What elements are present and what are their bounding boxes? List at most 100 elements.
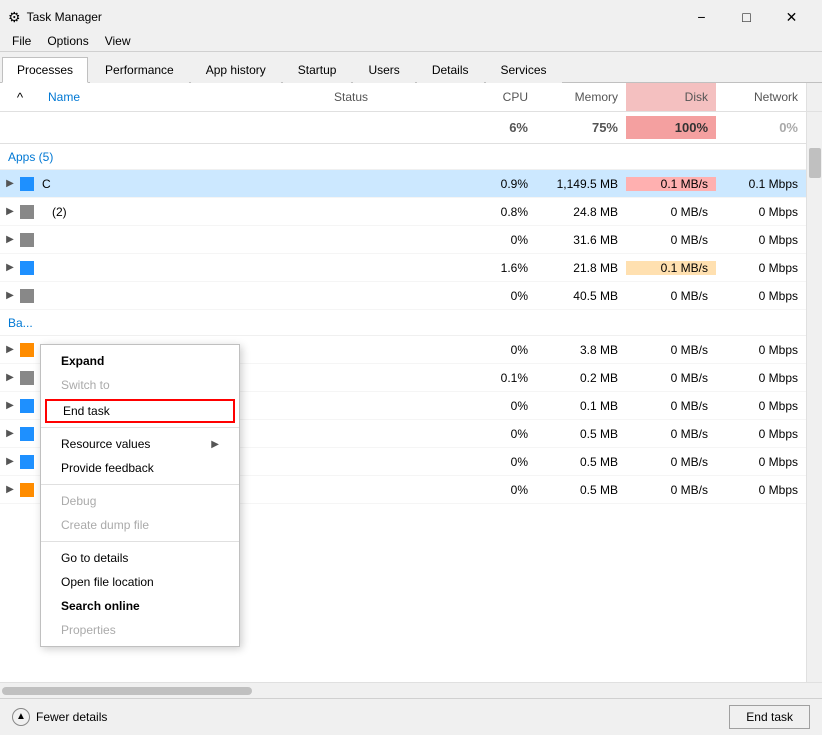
sort-button[interactable]: ^ [0, 83, 40, 111]
ctx-go-to-details[interactable]: Go to details [41, 546, 239, 570]
tab-users[interactable]: Users [353, 57, 414, 83]
tab-startup[interactable]: Startup [283, 57, 352, 83]
table-row[interactable]: ▶ (2) 0.8% 24.8 MB 0 MB/s 0 Mbps [0, 198, 806, 226]
app-icon: ⚙ [8, 9, 21, 26]
row-expand-icon[interactable]: ▶ [0, 484, 20, 495]
row-expand-icon[interactable]: ▶ [0, 262, 20, 273]
ctx-provide-feedback[interactable]: Provide feedback [41, 456, 239, 480]
row-expand-icon[interactable]: ▶ [0, 344, 20, 355]
scrollbar-thumb[interactable] [809, 148, 821, 178]
usage-network: 0% [716, 116, 806, 139]
apps-section-header: Apps (5) [0, 144, 806, 170]
table-row[interactable]: ▶ 0% 40.5 MB 0 MB/s 0 Mbps [0, 282, 806, 310]
row-icon [20, 261, 34, 275]
ctx-switch-to[interactable]: Switch to [41, 373, 239, 397]
col-disk-header[interactable]: Disk [626, 83, 716, 111]
ctx-open-file-location[interactable]: Open file location [41, 570, 239, 594]
row-expand-icon[interactable]: ▶ [0, 178, 20, 189]
row-cpu: 0% [446, 233, 536, 247]
vertical-scrollbar[interactable] [806, 144, 822, 682]
table-row[interactable]: ▶ C 0.9% 1,149.5 MB 0.1 MB/s 0.1 Mbps [0, 170, 806, 198]
row-network: 0 Mbps [716, 427, 806, 441]
row-icon [20, 483, 34, 497]
row-icon [20, 427, 34, 441]
col-memory-header[interactable]: Memory [536, 83, 626, 111]
row-memory: 0.5 MB [536, 483, 626, 497]
row-memory: 3.8 MB [536, 343, 626, 357]
row-cpu: 1.6% [446, 261, 536, 275]
row-expand-icon[interactable]: ▶ [0, 372, 20, 383]
ctx-resource-values[interactable]: Resource values ▶ [41, 432, 239, 456]
col-network-header[interactable]: Network [716, 83, 806, 111]
col-cpu-header[interactable]: CPU [446, 83, 536, 111]
row-disk: 0 MB/s [626, 371, 716, 385]
row-icon [20, 177, 34, 191]
usage-name-area [20, 124, 326, 132]
title-bar: ⚙ Task Manager − □ ✕ [0, 0, 822, 30]
horizontal-scrollbar[interactable] [0, 682, 822, 698]
row-name: (2) [38, 205, 326, 219]
row-memory: 31.6 MB [536, 233, 626, 247]
end-task-button[interactable]: End task [729, 705, 810, 729]
row-network: 0 Mbps [716, 399, 806, 413]
row-network: 0.1 Mbps [716, 177, 806, 191]
row-memory: 0.2 MB [536, 371, 626, 385]
usage-cpu: 6% [446, 116, 536, 139]
col-name-header[interactable]: Name [40, 83, 326, 111]
ctx-end-task[interactable]: End task [45, 399, 235, 423]
row-cpu: 0.1% [446, 371, 536, 385]
row-disk: 0 MB/s [626, 343, 716, 357]
minimize-button[interactable]: − [679, 6, 724, 28]
row-expand-icon[interactable]: ▶ [0, 234, 20, 245]
ctx-debug[interactable]: Debug [41, 489, 239, 513]
chevron-up-icon: ▲ [12, 708, 30, 726]
ctx-create-dump[interactable]: Create dump file [41, 513, 239, 537]
row-memory: 21.8 MB [536, 261, 626, 275]
row-expand-icon[interactable]: ▶ [0, 290, 20, 301]
row-disk: 0 MB/s [626, 455, 716, 469]
row-cpu: 0% [446, 427, 536, 441]
fewer-details-button[interactable]: ▲ Fewer details [12, 708, 107, 726]
row-disk: 0 MB/s [626, 483, 716, 497]
row-memory: 0.5 MB [536, 455, 626, 469]
menu-options[interactable]: Options [39, 32, 96, 49]
row-network: 0 Mbps [716, 261, 806, 275]
row-name: C [38, 177, 326, 191]
tab-performance[interactable]: Performance [90, 57, 189, 83]
table-row[interactable]: ▶ 0% 31.6 MB 0 MB/s 0 Mbps [0, 226, 806, 254]
tab-details[interactable]: Details [417, 57, 484, 83]
row-expand-icon[interactable]: ▶ [0, 206, 20, 217]
menu-file[interactable]: File [4, 32, 39, 49]
hscroll-thumb[interactable] [2, 687, 252, 695]
row-disk: 0 MB/s [626, 399, 716, 413]
row-icon [20, 399, 34, 413]
row-expand-icon[interactable]: ▶ [0, 428, 20, 439]
row-memory: 40.5 MB [536, 289, 626, 303]
menu-view[interactable]: View [97, 32, 139, 49]
ctx-search-online[interactable]: Search online [41, 594, 239, 618]
usage-status-area [326, 124, 446, 132]
ctx-properties[interactable]: Properties [41, 618, 239, 642]
tab-services[interactable]: Services [486, 57, 562, 83]
tab-app-history[interactable]: App history [191, 57, 281, 83]
sort-arrow-icon: ^ [17, 90, 23, 105]
window-title: Task Manager [27, 10, 102, 24]
row-expand-icon[interactable]: ▶ [0, 400, 20, 411]
column-headers: ^ Name Status CPU Memory Disk Network [0, 83, 822, 112]
row-icon [20, 205, 34, 219]
title-controls: − □ ✕ [679, 6, 814, 28]
row-icon [20, 233, 34, 247]
close-button[interactable]: ✕ [769, 6, 814, 28]
row-memory: 1,149.5 MB [536, 177, 626, 191]
ctx-separator-3 [41, 541, 239, 542]
maximize-button[interactable]: □ [724, 6, 769, 28]
row-memory: 24.8 MB [536, 205, 626, 219]
col-status-header[interactable]: Status [326, 83, 446, 111]
row-network: 0 Mbps [716, 205, 806, 219]
ctx-expand[interactable]: Expand [41, 349, 239, 373]
row-cpu: 0.9% [446, 177, 536, 191]
row-expand-icon[interactable]: ▶ [0, 456, 20, 467]
table-row[interactable]: ▶ 1.6% 21.8 MB 0.1 MB/s 0 Mbps [0, 254, 806, 282]
tab-processes[interactable]: Processes [2, 57, 88, 83]
row-disk: 0.1 MB/s [626, 177, 716, 191]
